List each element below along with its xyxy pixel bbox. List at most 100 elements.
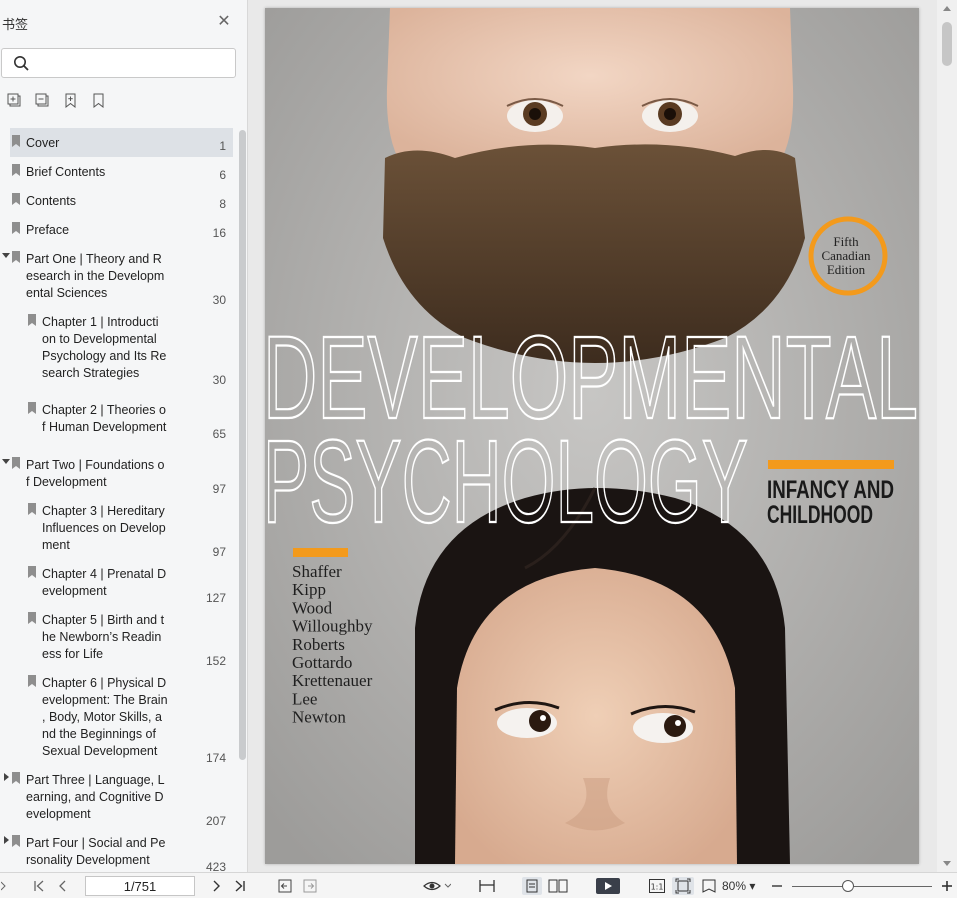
bookmark-flag-icon xyxy=(12,222,20,234)
bookmark-item[interactable]: Preface 16 xyxy=(0,213,236,242)
first-page-icon[interactable] xyxy=(31,877,47,895)
document-scrollbar[interactable] xyxy=(937,0,957,872)
back-icon[interactable] xyxy=(277,877,293,895)
bookmark-label: Chapter 3 | Hereditary Influences on Dev… xyxy=(42,504,166,552)
close-icon[interactable]: ✕ xyxy=(216,14,232,30)
bookmark-flag-icon xyxy=(28,612,36,624)
last-page-icon[interactable] xyxy=(232,877,248,895)
bookmark-item[interactable]: Chapter 6 | Physical D evelopment: The B… xyxy=(0,666,236,765)
bookmark-label: Part One | Theory and R esearch in the D… xyxy=(26,252,165,300)
bookmark-label: Chapter 1 | Introducti on to Development… xyxy=(42,315,167,380)
badge-line2: Canadian xyxy=(821,248,871,263)
document-view: Fifth Canadian Edition DEVELOPMENTAL PSY… xyxy=(249,0,957,872)
prev-page-icon[interactable] xyxy=(56,877,70,895)
subtitle-line1: INFANCY AND xyxy=(767,476,894,504)
bookmark-page-number: 30 xyxy=(212,373,226,387)
scroll-down-icon[interactable] xyxy=(943,861,951,866)
bookmark-flag-icon xyxy=(12,135,20,147)
page-number-input[interactable] xyxy=(85,876,195,896)
bookmark-flag-icon xyxy=(28,402,36,414)
bookmark-label: Chapter 2 | Theories o f Human Developme… xyxy=(42,403,167,434)
bookmark-flag-icon xyxy=(28,503,36,515)
author-name: Willoughby xyxy=(292,617,373,636)
forward-icon[interactable] xyxy=(302,877,318,895)
zoom-slider[interactable] xyxy=(792,886,932,887)
bookmark-panel: 书签 ✕ Cover 1 Brief Contents 6 Contents 8 Prefa… xyxy=(0,0,248,872)
author-name: Shaffer xyxy=(292,562,342,581)
bookmark-item[interactable]: Part Four | Social and Pe rsonality Deve… xyxy=(0,826,236,872)
bookmark-flag-icon xyxy=(12,772,20,784)
expand-arrow-icon[interactable] xyxy=(4,773,9,781)
search-input[interactable] xyxy=(36,53,226,73)
bookmark-flag-icon xyxy=(12,193,20,205)
bookmark-label: Chapter 4 | Prenatal D evelopment xyxy=(42,567,167,598)
fit-page-icon[interactable] xyxy=(672,877,694,895)
bookmark-page-number: 65 xyxy=(212,427,226,441)
bookmark-item[interactable]: Part Two | Foundations o f Development 97 xyxy=(0,448,236,496)
bookmark-label: Part Four | Social and Pe rsonality Deve… xyxy=(26,836,166,867)
collapse-all-icon[interactable] xyxy=(34,92,51,109)
bookmark-item[interactable]: Cover 1 xyxy=(0,126,236,157)
expand-all-icon[interactable] xyxy=(6,92,23,109)
bookmark-item[interactable]: Chapter 4 | Prenatal D evelopment 127 xyxy=(0,557,236,605)
zoom-in-icon[interactable] xyxy=(940,877,954,895)
bookmark-page-number: 423 xyxy=(205,860,226,872)
scroll-up-icon[interactable] xyxy=(943,6,951,11)
bookmark-label: Cover xyxy=(26,136,60,150)
bookmark-item[interactable]: Brief Contents 6 xyxy=(0,155,236,184)
bookmark-item[interactable]: Chapter 2 | Theories o f Human Developme… xyxy=(0,393,236,441)
author-name: Lee xyxy=(292,689,317,708)
bookmark-flag-icon xyxy=(12,164,20,176)
expand-arrow-icon[interactable] xyxy=(4,836,9,844)
cover-image: Fifth Canadian Edition DEVELOPMENTAL PSY… xyxy=(265,8,919,864)
actual-size-icon[interactable]: 1:1 xyxy=(648,877,666,895)
panel-toggle-icon[interactable] xyxy=(0,877,8,895)
slideshow-icon[interactable] xyxy=(595,877,621,895)
author-name: Kipp xyxy=(292,580,326,599)
subtitle-line2: CHILDHOOD xyxy=(767,501,873,529)
zoom-out-icon[interactable] xyxy=(770,877,784,895)
bookmark-item[interactable]: Part Three | Language, L earning, and Co… xyxy=(0,763,236,828)
zoom-level[interactable]: 80% ▾ xyxy=(722,879,755,893)
bookmark-page-number: 6 xyxy=(219,168,226,182)
reading-mode-icon[interactable] xyxy=(422,877,452,895)
bookmark-page-number: 1 xyxy=(219,139,226,153)
fit-width-icon[interactable] xyxy=(478,877,496,895)
bookmark-flag-icon xyxy=(28,675,36,687)
bookmark-page-number: 16 xyxy=(212,226,226,240)
badge-line3: Edition xyxy=(827,262,866,277)
zoom-slider-knob[interactable] xyxy=(842,880,854,892)
bookmark-icon[interactable] xyxy=(90,92,107,109)
two-page-icon[interactable] xyxy=(547,877,569,895)
badge-line1: Fifth xyxy=(833,234,859,249)
sidebar-scrollbar[interactable] xyxy=(239,130,246,760)
scroll-thumb[interactable] xyxy=(942,22,952,66)
author-name: Krettenauer xyxy=(292,671,373,690)
bookmark-label: Part Three | Language, L earning, and Co… xyxy=(26,773,165,821)
panel-title: 书签 xyxy=(2,17,29,32)
zoom-mode-icon[interactable] xyxy=(700,877,718,895)
bookmark-item[interactable]: Chapter 1 | Introducti on to Development… xyxy=(0,305,236,387)
next-page-icon[interactable] xyxy=(209,877,223,895)
bookmark-label: Chapter 6 | Physical D evelopment: The B… xyxy=(42,676,168,758)
collapse-arrow-icon[interactable] xyxy=(2,253,10,258)
bookmark-flag-icon xyxy=(12,835,20,847)
collapse-arrow-icon[interactable] xyxy=(2,459,10,464)
bookmark-item[interactable]: Chapter 5 | Birth and t he Newborn’s Rea… xyxy=(0,603,236,668)
add-bookmark-icon[interactable] xyxy=(62,92,79,109)
bookmark-label: Brief Contents xyxy=(26,165,106,179)
search-icon xyxy=(14,56,29,71)
bookmark-label: Preface xyxy=(26,223,70,237)
bookmark-flag-icon xyxy=(28,566,36,578)
bookmark-item[interactable]: Chapter 3 | Hereditary Influences on Dev… xyxy=(0,494,236,559)
bookmark-search[interactable] xyxy=(1,48,236,78)
bookmark-item[interactable]: Part One | Theory and R esearch in the D… xyxy=(0,242,236,307)
bookmark-label: Chapter 5 | Birth and t he Newborn’s Rea… xyxy=(42,613,165,661)
author-name: Gottardo xyxy=(292,653,352,672)
svg-text:1:1: 1:1 xyxy=(651,883,664,892)
bottom-toolbar: 1:1 80% ▾ xyxy=(0,872,957,898)
bookmark-item[interactable]: Contents 8 xyxy=(0,184,236,213)
bookmark-label: Part Two | Foundations o f Development xyxy=(26,458,165,489)
author-name: Roberts xyxy=(292,635,345,654)
single-page-icon[interactable] xyxy=(522,877,542,895)
